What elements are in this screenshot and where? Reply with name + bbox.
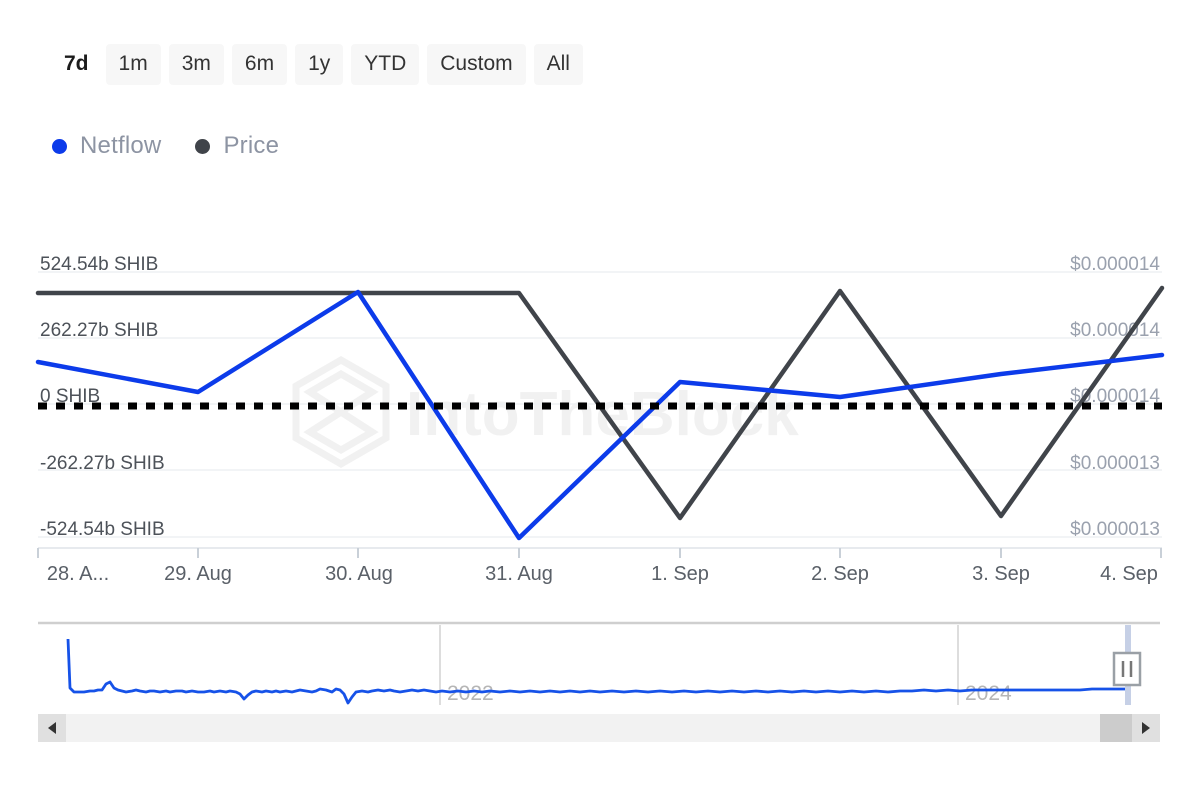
x-tick-3: 31. Aug xyxy=(485,563,553,585)
watermark-text: IntoTheBlock xyxy=(406,380,799,449)
range-button-all[interactable]: All xyxy=(534,44,583,85)
y-axis-left-labels: 524.54b SHIB 262.27b SHIB 0 SHIB -262.27… xyxy=(40,254,165,540)
x-tick-7: 4. Sep xyxy=(1100,563,1158,585)
navigator[interactable]: 2022 2024 xyxy=(38,623,1160,705)
x-tick-4: 1. Sep xyxy=(651,563,709,585)
scroll-right-arrow-icon[interactable] xyxy=(1132,714,1160,742)
legend-label-price: Price xyxy=(223,132,279,160)
chart-plot-area[interactable]: IntoTheBlock 524.54b SHIB 262.27b SHIB xyxy=(0,0,1200,800)
scroll-left-arrow-icon[interactable] xyxy=(38,714,66,742)
navigator-series-line xyxy=(68,639,1130,703)
legend-dot-icon-price xyxy=(195,139,210,154)
scrollbar-thumb[interactable] xyxy=(1100,714,1132,742)
y-left-tick-4: -524.54b SHIB xyxy=(40,519,165,540)
y-right-tick-3: $0.000013 xyxy=(1070,453,1160,474)
range-button-ytd[interactable]: YTD xyxy=(351,44,419,85)
y-right-tick-4: $0.000013 xyxy=(1070,519,1160,540)
navigator-year-label-2024: 2024 xyxy=(965,682,1012,705)
y-left-tick-2: 0 SHIB xyxy=(40,386,100,407)
series-line-price xyxy=(38,288,1162,518)
legend-item-netflow[interactable]: Netflow xyxy=(52,132,161,160)
range-selector[interactable]: 7d 1m 3m 6m 1y YTD Custom All xyxy=(55,44,583,85)
x-tick-5: 2. Sep xyxy=(811,563,869,585)
y-left-tick-3: -262.27b SHIB xyxy=(40,453,165,474)
x-tick-0: 28. A... xyxy=(47,563,109,585)
navigator-handle-icon[interactable] xyxy=(1114,653,1140,685)
range-button-1m[interactable]: 1m xyxy=(106,44,161,85)
scrollbar-track[interactable] xyxy=(38,714,1160,742)
chart-legend: Netflow Price xyxy=(52,132,279,160)
y-left-tick-1: 262.27b SHIB xyxy=(40,320,158,341)
y-right-tick-2: $0.000014 xyxy=(1070,386,1160,407)
range-button-3m[interactable]: 3m xyxy=(169,44,224,85)
y-right-tick-0: $0.000014 xyxy=(1070,254,1160,275)
range-button-7d[interactable]: 7d xyxy=(55,44,98,85)
x-axis-ticks xyxy=(38,548,1161,558)
range-button-6m[interactable]: 6m xyxy=(232,44,287,85)
navigator-scrollbar[interactable] xyxy=(38,714,1160,742)
range-button-custom[interactable]: Custom xyxy=(427,44,525,85)
legend-label-netflow: Netflow xyxy=(80,132,161,160)
y-right-tick-1: $0.000014 xyxy=(1070,320,1160,341)
x-tick-1: 29. Aug xyxy=(164,563,232,585)
scroll-left-triangle-icon xyxy=(48,722,56,734)
y-axis-right-labels: $0.000014 $0.000014 $0.000014 $0.000013 … xyxy=(1070,254,1160,540)
y-left-tick-0: 524.54b SHIB xyxy=(40,254,158,275)
navigator-year-label-2022: 2022 xyxy=(447,682,494,705)
x-tick-2: 30. Aug xyxy=(325,563,393,585)
range-button-1y[interactable]: 1y xyxy=(295,44,343,85)
chart-gridlines xyxy=(38,272,1162,537)
x-axis-labels: 28. A... 29. Aug 30. Aug 31. Aug 1. Sep … xyxy=(47,563,1158,585)
series-line-netflow xyxy=(38,292,1162,538)
legend-dot-icon-netflow xyxy=(52,139,67,154)
x-tick-6: 3. Sep xyxy=(972,563,1030,585)
scroll-right-triangle-icon xyxy=(1142,722,1150,734)
watermark: IntoTheBlock xyxy=(296,360,799,464)
legend-item-price[interactable]: Price xyxy=(195,132,279,160)
